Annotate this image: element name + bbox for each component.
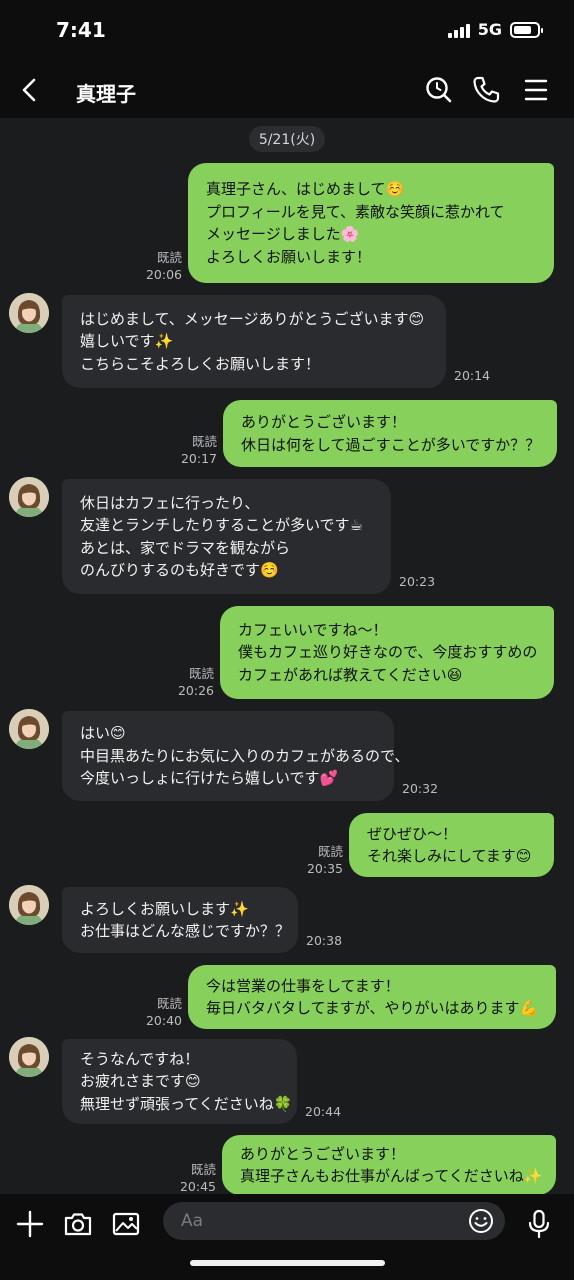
message-meta: 既読 20:40 [146,995,182,1029]
message-time: 20:44 [305,1104,342,1119]
message-bubble-received[interactable]: よろしくお願いします✨ お仕事はどんな感じですか？？ [62,887,298,953]
message-time: 20:26 [177,683,214,698]
menu-icon[interactable] [520,74,552,106]
message-meta: 既読 20:26 [178,665,214,699]
search-icon[interactable] [423,74,455,106]
message-time: 20:32 [402,781,439,796]
message-bubble-sent[interactable]: ありがとうございます！ 真理子さんもお仕事がんばってくださいね✨ [222,1135,556,1195]
avatar[interactable] [9,885,49,925]
message-bubble-sent[interactable]: ぜひぜひ〜！ それ楽しみにしてます😊 [349,813,554,877]
read-receipt: 既読 [156,250,182,265]
chat-area[interactable]: 5/21(火) 真理子さん、はじめまして☺️ プロフィールを見て、素敵な笑顔に惹か… [0,118,574,1195]
message-bubble-received[interactable]: はい😊 中目黒あたりにお気に入りのカフェがあるので、 今度いっしょに行けたら嬉しいで… [62,711,410,801]
input-bar [0,1194,574,1280]
message-text-line: お疲れさまです😊 [80,1072,201,1091]
read-receipt: 既読 [190,1162,216,1177]
message-text-line: あとは、家でドラマを観ながら [80,538,291,557]
message-text-line: こちらこそよろしくお願いします！ [80,354,321,373]
microphone-icon[interactable] [523,1208,555,1240]
battery-icon [510,21,543,38]
avatar[interactable] [9,709,49,749]
home-indicator [190,1260,385,1266]
message-bubble-sent[interactable]: ありがとうございます！ 休日は何をして過ごすことが多いですか？？ [223,400,557,467]
message-bubble-received[interactable]: そうなんですね！ お疲れさまです😊 無理せず頑張ってくださいね🍀 [62,1039,297,1124]
message-text-line: 中目黒あたりにお気に入りのカフェがあるので、 [80,746,410,765]
message-text-line: はい😊 [80,724,126,743]
message-text-line: 今は営業の仕事をしてます！ [206,976,400,995]
message-text-line: のんびりするのも好きです☺️ [80,561,279,579]
message-text-line: 嬉しいです✨ [80,332,174,351]
message-time: 20:38 [306,933,343,948]
avatar[interactable] [9,293,49,333]
message-text-line: 無理せず頑張ってくださいね🍀 [80,1094,293,1113]
message-meta: 既読 20:06 [146,249,182,283]
message-text-line: それ楽しみにしてます😊 [367,847,532,865]
message-time: 20:35 [306,861,343,876]
message-text-line: お仕事はどんな感じですか？？ [80,922,291,940]
message-input[interactable] [163,1202,505,1240]
message-text-line: カフェがあれば教えてください😆 [238,665,463,684]
avatar[interactable] [9,477,49,517]
network-type: 5G [477,20,502,39]
message-text-line: そうなんですね！ [80,1049,200,1068]
chat-title: 真理子 [76,82,136,106]
read-receipt: 既読 [317,844,343,859]
message-text-line: よろしくお願いします✨ [80,899,249,918]
avatar[interactable] [9,1037,49,1077]
message-bubble-received[interactable]: 休日はカフェに行ったり、友達とランチしたりすることが多いです☕ あとは、家でドラマ… [62,479,391,594]
phone-icon[interactable] [470,74,502,106]
message-text-line: ぜひぜひ〜！ [367,824,458,843]
message-meta: 既読 20:17 [181,433,217,467]
message-text-line: プロフィールを見て、素敵な笑顔に惹かれて [206,202,505,221]
message-text-line: メッセージしました🌸 [206,225,360,243]
chat-header: 真理子 [0,62,574,118]
status-time: 7:41 [56,18,106,42]
message-time: 20:17 [180,451,217,466]
message-text-line: ありがとうございます！ [241,413,407,431]
message-text-line: 毎日バタバタしてますが、やりがいはあります💪 [206,999,539,1017]
message-time: 20:23 [399,574,436,589]
message-text-line: はじめまして、メッセージありがとうございます😊 [80,309,425,328]
message-text-line: 休日は何をして過ごすことが多いですか？？ [241,435,541,454]
camera-icon[interactable] [62,1208,94,1240]
message-bubble-received[interactable]: はじめまして、メッセージありがとうございます😊 嬉しいです✨ こちらこそよろしくお願… [62,295,446,388]
status-bar: 7:41 5G [0,0,574,62]
message-meta: 既読 20:35 [307,843,343,877]
plus-icon[interactable] [14,1208,46,1240]
message-text-line: 真理子さんもお仕事がんばってくださいね✨ [240,1167,543,1185]
read-receipt: 既読 [156,996,182,1011]
message-text-line: カフェいいですね〜！ [238,620,388,639]
message-text-line: 休日はカフェに行ったり、 [80,493,260,512]
message-bubble-sent[interactable]: カフェいいですね〜！ 僕もカフェ巡り好きなので、今度おすすめの カフェがあれば教えて… [220,606,554,699]
message-text-line: 真理子さん、はじめまして☺️ [206,180,405,198]
message-text-line: 僕もカフェ巡り好きなので、今度おすすめの [238,643,538,662]
message-meta: 既読 20:45 [180,1161,216,1195]
message-bubble-sent[interactable]: 今は営業の仕事をしてます！ 毎日バタバタしてますが、やりがいはあります💪 [188,965,556,1029]
date-separator: 5/21(火) [249,126,325,152]
message-time: 20:06 [145,267,182,282]
message-bubble-sent[interactable]: 真理子さん、はじめまして☺️ プロフィールを見て、素敵な笑顔に惹かれて メッセージし… [188,163,554,283]
message-time: 20:40 [145,1013,182,1028]
message-text-line: よろしくお願いします！ [206,247,372,266]
back-icon[interactable] [14,74,46,106]
image-icon[interactable] [110,1208,142,1240]
message-time: 20:14 [454,368,491,383]
message-text-line: 今度いっしょに行けたら嬉しいです💕 [80,769,339,788]
read-receipt: 既読 [191,434,217,449]
signal-icon [447,22,470,38]
emoji-icon[interactable] [467,1207,495,1235]
message-time: 20:45 [179,1179,216,1194]
read-receipt: 既読 [188,666,214,681]
message-text-line: ありがとうございます！ [240,1144,406,1163]
message-text-line: 友達とランチしたりすることが多いです☕ [80,516,363,534]
